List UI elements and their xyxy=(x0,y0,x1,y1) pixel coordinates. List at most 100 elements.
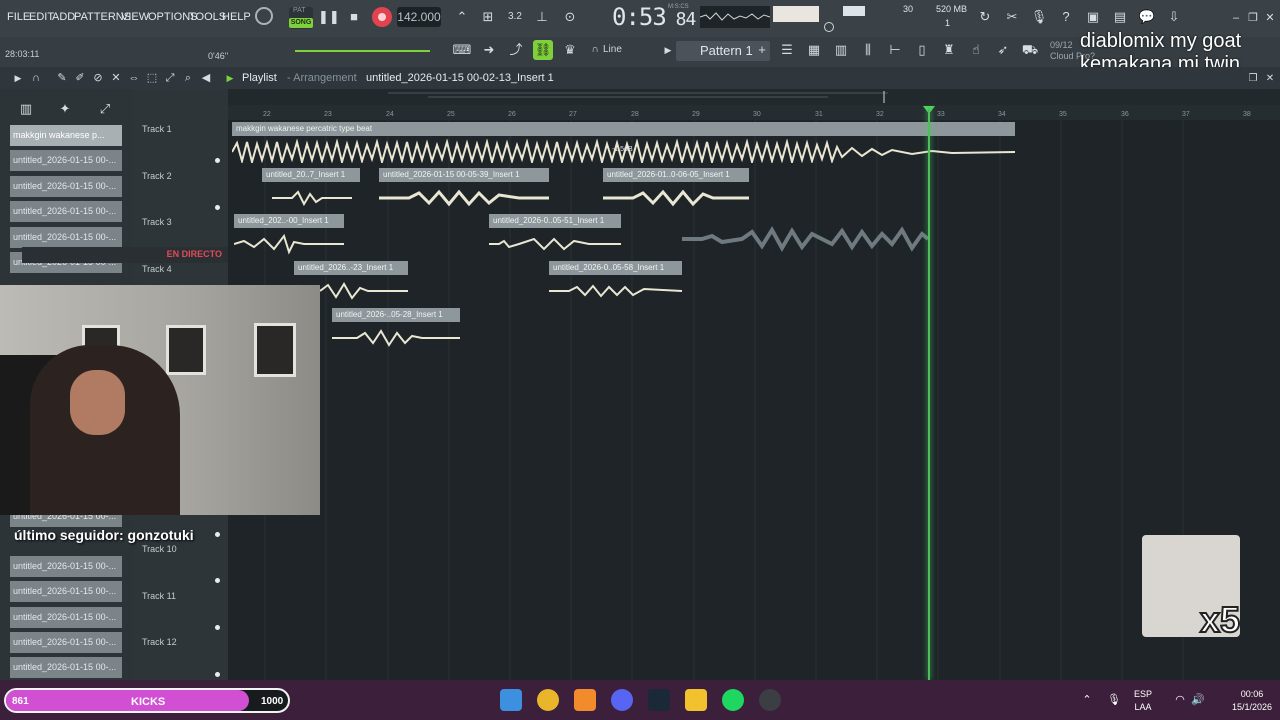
snap-link-icon[interactable]: ⛓ xyxy=(533,40,553,60)
chat-icon[interactable]: 💬 xyxy=(1137,7,1157,27)
metronome-icon[interactable]: ⌃ xyxy=(452,7,472,27)
playlist-pattern-name[interactable]: untitled_2026-01-15 00-02-13_Insert 1 xyxy=(366,72,554,84)
master-pitch-slider[interactable] xyxy=(295,50,430,52)
audio-clip-track1[interactable]: makkgin wakanese percatric type beat xyxy=(232,122,1015,136)
discord-icon[interactable] xyxy=(611,689,633,711)
menu-tools[interactable]: TOOLS xyxy=(189,11,226,23)
close-icon[interactable]: ✕ xyxy=(1260,8,1280,28)
loop-record-icon[interactable]: ⊙ xyxy=(560,7,580,27)
picker-item[interactable]: makkgin wakanese p... xyxy=(10,125,122,146)
track-mute-led[interactable] xyxy=(215,158,220,163)
wifi-icon[interactable]: ◠ xyxy=(1170,690,1190,710)
browser-play-icon[interactable]: ▶ xyxy=(8,68,28,88)
microphone-icon[interactable]: 🎙 xyxy=(1029,7,1049,27)
start-icon[interactable] xyxy=(500,689,522,711)
playlist-icon[interactable]: ☰ xyxy=(777,40,797,60)
stamp-icon[interactable]: ♛ xyxy=(560,40,580,60)
audio-clip[interactable]: untitled_2026-0..05-51_Insert 1 xyxy=(489,214,621,228)
step-edit-icon[interactable]: ⊥ xyxy=(532,7,552,27)
bird-icon[interactable]: ➶ xyxy=(993,40,1013,60)
slip-icon[interactable]: ⇔ xyxy=(124,68,144,88)
stop-icon[interactable]: ■ xyxy=(344,7,364,27)
audio-clip[interactable]: untitled_2026-01-15 00-05-39_Insert 1 xyxy=(379,168,549,182)
app-icon[interactable] xyxy=(759,689,781,711)
chrome-icon[interactable] xyxy=(537,689,559,711)
audio-clip[interactable]: untitled_2026-0..05-58_Insert 1 xyxy=(549,261,682,275)
track-mute-led[interactable] xyxy=(215,625,220,630)
pat-song-toggle[interactable]: PAT SONG xyxy=(289,7,313,29)
pencil-icon[interactable]: ✎ xyxy=(52,68,72,88)
track-name[interactable]: Track 1 xyxy=(142,124,172,134)
track-name[interactable]: Track 11 xyxy=(142,591,176,601)
picker-icon-2[interactable]: ✦ xyxy=(55,99,75,119)
zoom-icon[interactable]: ⤢ xyxy=(160,68,180,88)
help-icon[interactable]: ? xyxy=(1056,7,1076,27)
cart-icon[interactable]: ⛟ xyxy=(1020,40,1040,60)
snap-mode-select[interactable]: Line xyxy=(603,44,622,55)
headphones-icon[interactable]: ∩ xyxy=(26,68,46,88)
play-small-icon[interactable]: ▶ xyxy=(658,40,678,60)
speaker-icon[interactable]: ◀ xyxy=(196,68,216,88)
track-name[interactable]: Track 10 xyxy=(142,544,177,554)
steam-icon[interactable] xyxy=(648,689,670,711)
arrow-right-icon[interactable]: ➜ xyxy=(479,40,499,60)
piano-roll-icon[interactable]: ▥ xyxy=(831,40,851,60)
track-name[interactable]: Track 2 xyxy=(142,171,172,181)
track-mute-led[interactable] xyxy=(215,205,220,210)
master-volume-knob[interactable] xyxy=(255,7,273,25)
taskbar-clock[interactable]: 00:06 15/1/2026 xyxy=(1232,688,1272,714)
mic-tray-icon[interactable]: 🎙 xyxy=(1104,690,1124,710)
track-mute-led[interactable] xyxy=(215,578,220,583)
track-mute-led[interactable] xyxy=(215,672,220,677)
refresh-icon[interactable]: ↻ xyxy=(975,7,995,27)
pause-icon[interactable]: ❚❚ xyxy=(318,7,340,27)
countdown-icon[interactable]: 3.2 xyxy=(505,7,525,27)
picker-item[interactable]: untitled_2026-01-15 00-... xyxy=(10,201,122,222)
file-explorer-icon[interactable] xyxy=(685,689,707,711)
select-icon[interactable]: ⬚ xyxy=(142,68,162,88)
record-button[interactable] xyxy=(372,7,392,27)
brush-icon[interactable]: ✐ xyxy=(70,68,90,88)
picker-icon-1[interactable]: ▥ xyxy=(16,99,36,119)
file-icon[interactable]: ▯ xyxy=(912,40,932,60)
audio-clip[interactable]: untitled_2026-..05-28_Insert 1 xyxy=(332,308,460,322)
picker-item[interactable]: untitled_2026-01-15 00-... xyxy=(10,632,122,653)
tempo-display[interactable]: 142.000 xyxy=(397,7,441,27)
audio-clip[interactable]: untitled_2026..-23_Insert 1 xyxy=(294,261,408,275)
picker-item[interactable]: untitled_2026-01-15 00-... xyxy=(10,607,122,628)
language-indicator[interactable]: ESP LAA xyxy=(1134,688,1152,714)
draw-tool-icon[interactable]: ⤴ xyxy=(506,40,526,60)
mixer-sliders-icon[interactable]: ⫼ xyxy=(858,40,878,60)
picker-icon-3[interactable]: ⤢ xyxy=(95,99,115,119)
add-pattern-icon[interactable]: + xyxy=(752,40,772,60)
mute-icon[interactable]: ✕ xyxy=(106,68,126,88)
mixer-icon[interactable]: ▤ xyxy=(1110,7,1130,27)
cut-icon[interactable]: ✂ xyxy=(1002,7,1022,27)
menu-add[interactable]: ADD xyxy=(52,11,75,23)
wait-record-icon[interactable]: ⊞ xyxy=(478,7,498,27)
track-mute-led[interactable] xyxy=(215,532,220,537)
browser-tree-icon[interactable]: ⊢ xyxy=(885,40,905,60)
picker-item[interactable]: untitled_2026-01-15 00-... xyxy=(10,227,122,248)
picker-item[interactable]: untitled_2026-01-15 00-... xyxy=(10,657,122,678)
delete-icon[interactable]: ⊘ xyxy=(88,68,108,88)
track-name[interactable]: Track 12 xyxy=(142,637,177,647)
menu-view[interactable]: VIEW xyxy=(121,11,149,23)
playlist-close-icon[interactable]: ✕ xyxy=(1260,69,1280,89)
audio-clip[interactable]: untitled_20..7_Insert 1 xyxy=(262,168,360,182)
picker-item[interactable]: untitled_2026-01-15 00-... xyxy=(10,556,122,577)
picker-item[interactable]: untitled_2026-01-15 00-... xyxy=(10,176,122,197)
zoom-search-icon[interactable]: ⌕ xyxy=(178,68,198,88)
playhead-line[interactable] xyxy=(928,108,930,680)
menu-help[interactable]: HELP xyxy=(222,11,251,23)
pitch-knob-icon[interactable] xyxy=(824,22,834,32)
track-name[interactable]: Track 3 xyxy=(142,217,172,227)
save-icon[interactable]: ▣ xyxy=(1083,7,1103,27)
plugin-icon[interactable]: ♜ xyxy=(939,40,959,60)
fl-studio-icon[interactable] xyxy=(574,689,596,711)
touch-icon[interactable]: ☝ xyxy=(966,40,986,60)
track-name[interactable]: Track 4 xyxy=(142,264,172,274)
picker-item[interactable]: untitled_2026-01-15 00-... xyxy=(10,581,122,602)
download-icon[interactable]: ⇩ xyxy=(1164,7,1184,27)
magnet-icon[interactable]: ∩ xyxy=(585,40,605,60)
